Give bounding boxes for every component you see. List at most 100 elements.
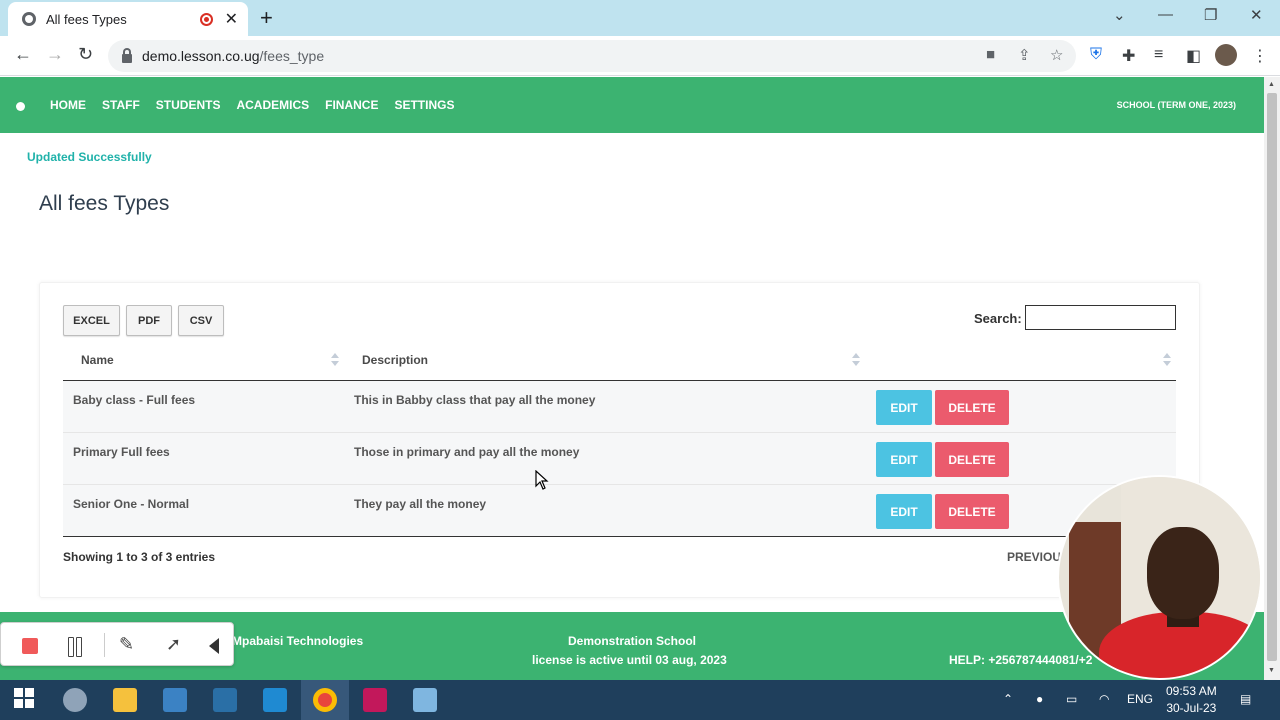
tab-title: All fees Types bbox=[46, 11, 127, 27]
globe-icon bbox=[22, 12, 36, 26]
excel-export-button[interactable]: EXCEL bbox=[63, 305, 120, 336]
search-input[interactable] bbox=[1025, 305, 1176, 330]
footer-school: Demonstration School bbox=[568, 634, 697, 648]
extensions-icon[interactable]: ✚ bbox=[1122, 46, 1135, 66]
table-bottom-border bbox=[63, 536, 1176, 537]
edit-button[interactable]: EDIT bbox=[876, 442, 932, 477]
address-bar[interactable]: demo.lesson.co.ug/fees_type ■ ⇪ ☆ bbox=[108, 40, 1076, 72]
school-term[interactable]: SCHOOL (TERM ONE, 2023) bbox=[1117, 100, 1236, 110]
browser-tab-bar: All fees Types ✕ + ⌄ — ❐ ✕ bbox=[0, 0, 1280, 36]
file-explorer-icon[interactable] bbox=[113, 688, 137, 712]
close-window-button[interactable]: ✕ bbox=[1250, 6, 1263, 24]
chrome-icon[interactable] bbox=[313, 688, 337, 712]
vscode-icon[interactable] bbox=[263, 688, 287, 712]
notepad-icon[interactable] bbox=[413, 688, 437, 712]
flash-message: Updated Successfully bbox=[27, 150, 152, 164]
logo-dot bbox=[16, 102, 25, 111]
close-tab-icon[interactable]: ✕ bbox=[225, 9, 238, 29]
screen-recorder-toolbar: ✎ ➚ bbox=[0, 622, 234, 666]
windows-start-icon[interactable] bbox=[14, 688, 38, 712]
fee-description: They pay all the money bbox=[354, 497, 487, 511]
table-header: Name Description bbox=[63, 343, 1176, 381]
profile-avatar[interactable] bbox=[1215, 44, 1237, 66]
bookmark-star-icon[interactable]: ☆ bbox=[1050, 46, 1063, 64]
clock-date: 30-Jul-23 bbox=[1166, 701, 1217, 715]
sort-icon[interactable] bbox=[1163, 353, 1171, 367]
webcam-overlay bbox=[1057, 475, 1262, 680]
table-row: Primary Full fees Those in primary and p… bbox=[63, 433, 1176, 485]
webcam-person-head bbox=[1147, 527, 1219, 619]
table-row: Senior One - Normal They pay all the mon… bbox=[63, 485, 1176, 537]
scroll-up-icon[interactable]: ▲ bbox=[1268, 81, 1275, 88]
language-indicator[interactable]: ENG bbox=[1127, 692, 1153, 706]
clock-time: 09:53 AM bbox=[1166, 684, 1217, 698]
side-panel-icon[interactable]: ◧ bbox=[1186, 46, 1201, 66]
recording-icon bbox=[199, 12, 213, 26]
menu-staff[interactable]: STAFF bbox=[102, 98, 140, 112]
microphone-icon[interactable]: ● bbox=[1036, 692, 1043, 706]
share-icon[interactable]: ⇪ bbox=[1018, 46, 1031, 64]
pointer-icon[interactable]: ➚ bbox=[166, 634, 181, 655]
pen-icon[interactable]: ✎ bbox=[119, 634, 134, 655]
footer-company: Mpabaisi Technologies bbox=[232, 634, 364, 648]
notification-icon[interactable]: ▤ bbox=[1240, 692, 1251, 706]
taskbar-clock[interactable]: 09:53 AM 30-Jul-23 bbox=[1166, 683, 1217, 717]
delete-button[interactable]: DELETE bbox=[935, 494, 1009, 529]
database-tool-icon[interactable] bbox=[213, 688, 237, 712]
restore-button[interactable]: ❐ bbox=[1204, 6, 1217, 24]
search-label: Search: bbox=[974, 311, 1022, 326]
fee-name: Primary Full fees bbox=[73, 445, 170, 459]
menu-students[interactable]: STUDENTS bbox=[156, 98, 221, 112]
main-menu: HOME STAFF STUDENTS ACADEMICS FINANCE SE… bbox=[50, 98, 454, 112]
scrollbar-thumb[interactable] bbox=[1267, 93, 1277, 661]
sort-icon[interactable] bbox=[331, 353, 339, 367]
previous-page-button[interactable]: PREVIOU bbox=[1007, 550, 1061, 564]
page-title: All fees Types bbox=[39, 192, 170, 215]
battery-icon[interactable]: ▭ bbox=[1066, 692, 1077, 706]
reload-icon[interactable]: ↻ bbox=[78, 44, 93, 65]
footer-license: license is active until 03 aug, 2023 bbox=[532, 653, 727, 667]
camera-icon[interactable]: ■ bbox=[986, 46, 995, 63]
site-header: HOME STAFF STUDENTS ACADEMICS FINANCE SE… bbox=[0, 77, 1264, 133]
pdf-export-button[interactable]: PDF bbox=[126, 305, 172, 336]
fee-name: Senior One - Normal bbox=[73, 497, 190, 511]
fee-description: Those in primary and pay all the money bbox=[354, 445, 580, 459]
wifi-icon[interactable]: ◠ bbox=[1099, 692, 1109, 706]
menu-settings[interactable]: SETTINGS bbox=[394, 98, 454, 112]
app-icon[interactable] bbox=[63, 688, 87, 712]
menu-finance[interactable]: FINANCE bbox=[325, 98, 378, 112]
browser-toolbar: ← → ↻ demo.lesson.co.ug/fees_type ■ ⇪ ☆ … bbox=[0, 36, 1280, 76]
minimize-button[interactable]: — bbox=[1158, 6, 1173, 23]
scroll-down-icon[interactable]: ▼ bbox=[1268, 667, 1275, 674]
pause-icon[interactable] bbox=[68, 637, 82, 657]
table-info: Showing 1 to 3 of 3 entries bbox=[63, 550, 216, 564]
shield-extension-icon[interactable]: ⛨ bbox=[1090, 46, 1102, 64]
app-icon[interactable] bbox=[363, 688, 387, 712]
network-tool-icon[interactable] bbox=[163, 688, 187, 712]
collapse-icon[interactable] bbox=[209, 638, 219, 654]
edit-button[interactable]: EDIT bbox=[876, 494, 932, 529]
edit-button[interactable]: EDIT bbox=[876, 390, 932, 425]
delete-button[interactable]: DELETE bbox=[935, 390, 1009, 425]
tab-search-icon[interactable]: ⌄ bbox=[1113, 6, 1126, 24]
tray-chevron-icon[interactable]: ⌃ bbox=[1003, 692, 1013, 706]
menu-kebab-icon[interactable]: ⋮ bbox=[1252, 46, 1268, 66]
stop-record-icon[interactable] bbox=[22, 638, 38, 654]
media-control-icon[interactable]: ≡ bbox=[1154, 46, 1163, 64]
fee-description: This in Babby class that pay all the mon… bbox=[354, 393, 596, 407]
table-row: Baby class - Full fees This in Babby cla… bbox=[63, 381, 1176, 433]
new-tab-button[interactable]: + bbox=[260, 5, 273, 31]
url-text: demo.lesson.co.ug/fees_type bbox=[142, 48, 325, 64]
browser-tab[interactable]: All fees Types ✕ bbox=[8, 2, 248, 36]
column-header-description[interactable]: Description bbox=[362, 353, 428, 367]
column-header-name[interactable]: Name bbox=[81, 353, 114, 367]
delete-button[interactable]: DELETE bbox=[935, 442, 1009, 477]
csv-export-button[interactable]: CSV bbox=[178, 305, 224, 336]
menu-academics[interactable]: ACADEMICS bbox=[236, 98, 309, 112]
back-icon[interactable]: ← bbox=[14, 44, 32, 65]
sort-icon[interactable] bbox=[852, 353, 860, 367]
menu-home[interactable]: HOME bbox=[50, 98, 86, 112]
forward-icon[interactable]: → bbox=[46, 44, 64, 65]
page-scrollbar[interactable]: ▲ ▼ bbox=[1264, 77, 1280, 680]
toolbar-divider bbox=[104, 633, 105, 657]
